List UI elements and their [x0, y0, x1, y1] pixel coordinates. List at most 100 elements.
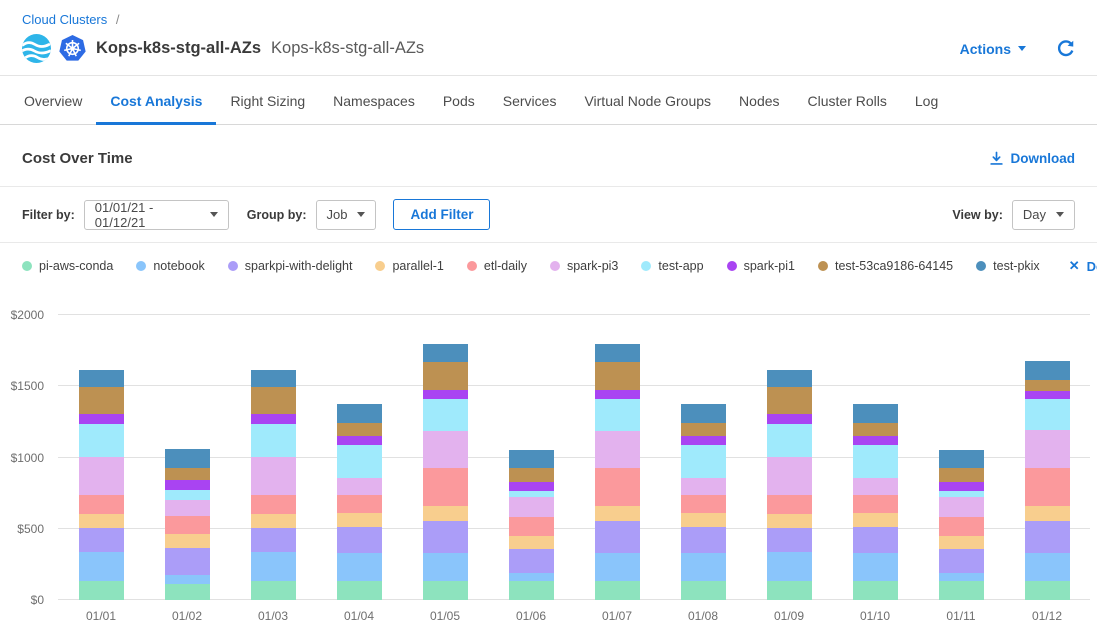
bar-segment-notebook[interactable] [853, 553, 898, 582]
bar-segment-parallel-1[interactable] [79, 514, 124, 528]
tab-services[interactable]: Services [489, 76, 571, 125]
bar-segment-spark-pi1[interactable] [165, 480, 210, 490]
bar-01/09[interactable] [746, 315, 832, 600]
legend-item-test-53ca9186-64145[interactable]: test-53ca9186-64145 [818, 259, 953, 273]
legend-item-spark-pi1[interactable]: spark-pi1 [727, 259, 795, 273]
bar-01/10[interactable] [832, 315, 918, 600]
bar-segment-test-pkix[interactable] [767, 370, 812, 387]
tab-nodes[interactable]: Nodes [725, 76, 793, 125]
bar-segment-sparkpi-with-delight[interactable] [509, 549, 554, 573]
bar-segment-parallel-1[interactable] [939, 536, 984, 550]
refresh-button[interactable] [1056, 39, 1075, 58]
bar-segment-test-pkix[interactable] [595, 344, 640, 363]
bar-segment-pi-aws-conda[interactable] [251, 581, 296, 600]
legend-item-etl-daily[interactable]: etl-daily [467, 259, 527, 273]
bar-segment-sparkpi-with-delight[interactable] [165, 548, 210, 575]
bar-segment-sparkpi-with-delight[interactable] [79, 528, 124, 552]
bar-segment-pi-aws-conda[interactable] [853, 581, 898, 600]
bar-segment-sparkpi-with-delight[interactable] [1025, 521, 1070, 553]
bar-segment-spark-pi3[interactable] [853, 478, 898, 494]
bar-01/12[interactable] [1004, 315, 1090, 600]
legend-item-notebook[interactable]: notebook [136, 259, 204, 273]
bar-segment-test-pkix[interactable] [939, 450, 984, 468]
bar-segment-spark-pi3[interactable] [251, 457, 296, 495]
bar-01/11[interactable] [918, 315, 1004, 600]
legend-item-pi-aws-conda[interactable]: pi-aws-conda [22, 259, 113, 273]
bar-segment-notebook[interactable] [251, 552, 296, 581]
bar-segment-etl-daily[interactable] [337, 495, 382, 514]
bar-segment-spark-pi3[interactable] [767, 457, 812, 495]
bar-segment-test-pkix[interactable] [337, 404, 382, 423]
bar-segment-test-app[interactable] [251, 424, 296, 457]
bar-segment-spark-pi1[interactable] [337, 436, 382, 445]
bar-01/03[interactable] [230, 315, 316, 600]
bar-segment-notebook[interactable] [767, 552, 812, 581]
bar-segment-etl-daily[interactable] [767, 495, 812, 514]
bar-segment-test-53ca9186-64145[interactable] [853, 423, 898, 437]
bar-segment-test-53ca9186-64145[interactable] [165, 468, 210, 481]
bar-segment-spark-pi3[interactable] [509, 497, 554, 517]
bar-segment-parallel-1[interactable] [681, 513, 726, 527]
bar-segment-test-app[interactable] [337, 445, 382, 478]
breadcrumb-link-cloud-clusters[interactable]: Cloud Clusters [22, 12, 107, 27]
actions-button[interactable]: Actions [960, 41, 1026, 57]
bar-segment-test-app[interactable] [423, 399, 468, 431]
bar-segment-test-53ca9186-64145[interactable] [939, 468, 984, 482]
bar-segment-pi-aws-conda[interactable] [423, 581, 468, 600]
bar-segment-notebook[interactable] [1025, 553, 1070, 582]
bar-segment-spark-pi1[interactable] [251, 414, 296, 424]
bar-segment-test-53ca9186-64145[interactable] [767, 387, 812, 414]
bar-segment-notebook[interactable] [595, 553, 640, 582]
bar-segment-spark-pi1[interactable] [509, 482, 554, 491]
bar-segment-test-pkix[interactable] [1025, 361, 1070, 380]
bar-segment-test-53ca9186-64145[interactable] [337, 423, 382, 437]
bar-01/02[interactable] [144, 315, 230, 600]
bar-segment-test-app[interactable] [79, 424, 124, 457]
bar-segment-spark-pi3[interactable] [681, 478, 726, 494]
tab-pods[interactable]: Pods [429, 76, 489, 125]
bar-segment-pi-aws-conda[interactable] [1025, 581, 1070, 600]
bar-segment-test-app[interactable] [595, 399, 640, 431]
tab-virtual-node-groups[interactable]: Virtual Node Groups [570, 76, 725, 125]
bar-segment-test-pkix[interactable] [853, 404, 898, 423]
bar-segment-test-pkix[interactable] [681, 404, 726, 423]
bar-segment-test-pkix[interactable] [165, 449, 210, 468]
bar-segment-spark-pi1[interactable] [79, 414, 124, 424]
tab-cluster-rolls[interactable]: Cluster Rolls [794, 76, 901, 125]
bar-segment-spark-pi3[interactable] [79, 457, 124, 495]
bar-segment-notebook[interactable] [165, 575, 210, 584]
bar-01/07[interactable] [574, 315, 660, 600]
bar-segment-etl-daily[interactable] [165, 516, 210, 535]
bar-segment-sparkpi-with-delight[interactable] [767, 528, 812, 552]
bar-segment-etl-daily[interactable] [509, 517, 554, 536]
bar-segment-pi-aws-conda[interactable] [939, 581, 984, 600]
bar-segment-parallel-1[interactable] [251, 514, 296, 528]
bar-segment-etl-daily[interactable] [1025, 468, 1070, 506]
bar-segment-etl-daily[interactable] [939, 517, 984, 536]
bar-segment-notebook[interactable] [509, 573, 554, 582]
bar-segment-etl-daily[interactable] [595, 468, 640, 506]
bar-segment-spark-pi3[interactable] [1025, 430, 1070, 468]
tab-namespaces[interactable]: Namespaces [319, 76, 429, 125]
tab-overview[interactable]: Overview [10, 76, 96, 125]
bar-segment-spark-pi1[interactable] [595, 390, 640, 399]
bar-segment-spark-pi1[interactable] [939, 482, 984, 491]
bar-segment-pi-aws-conda[interactable] [165, 584, 210, 600]
bar-segment-spark-pi1[interactable] [423, 390, 468, 399]
bar-segment-sparkpi-with-delight[interactable] [251, 528, 296, 552]
bar-segment-sparkpi-with-delight[interactable] [939, 549, 984, 573]
bar-segment-parallel-1[interactable] [767, 514, 812, 528]
bar-segment-pi-aws-conda[interactable] [509, 581, 554, 600]
bar-segment-test-53ca9186-64145[interactable] [423, 362, 468, 390]
legend-item-spark-pi3[interactable]: spark-pi3 [550, 259, 618, 273]
bar-segment-test-app[interactable] [165, 490, 210, 499]
bar-01/06[interactable] [488, 315, 574, 600]
bar-segment-parallel-1[interactable] [853, 513, 898, 527]
legend-item-test-pkix[interactable]: test-pkix [976, 259, 1040, 273]
bar-segment-notebook[interactable] [79, 552, 124, 581]
bar-segment-test-app[interactable] [853, 445, 898, 478]
bar-segment-notebook[interactable] [423, 553, 468, 582]
bar-01/04[interactable] [316, 315, 402, 600]
bar-segment-test-53ca9186-64145[interactable] [251, 387, 296, 414]
bar-segment-test-53ca9186-64145[interactable] [79, 387, 124, 414]
